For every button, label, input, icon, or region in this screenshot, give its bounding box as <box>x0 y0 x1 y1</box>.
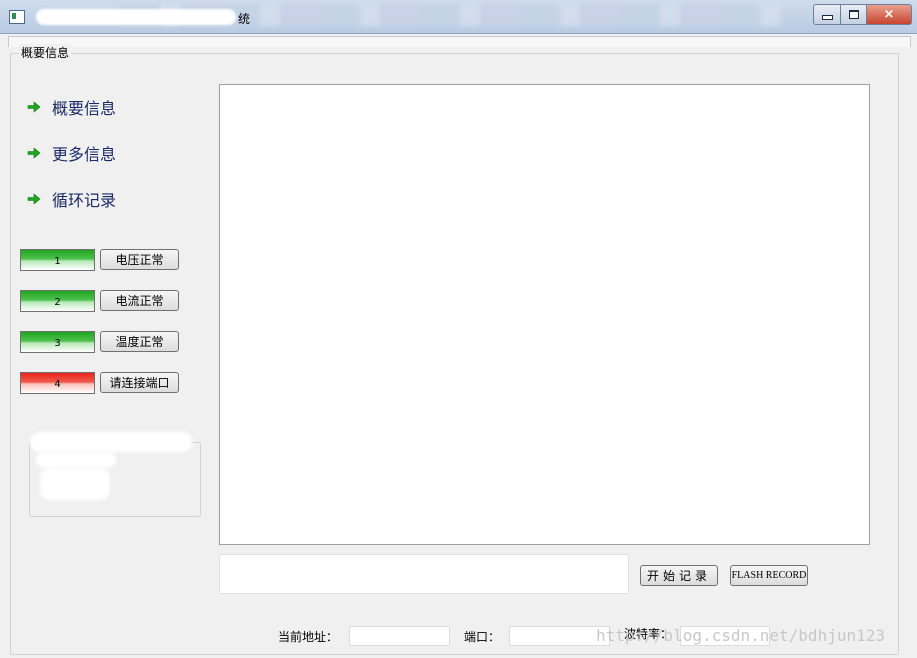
temperature-status-label: 温度正常 <box>115 335 164 349</box>
minimize-icon <box>821 15 833 20</box>
redaction-mark <box>36 452 116 468</box>
redaction-mark <box>30 432 192 452</box>
status-indicator-port: 4 <box>20 372 95 394</box>
redacted-title-mask <box>36 9 236 25</box>
maximize-button[interactable] <box>841 4 867 25</box>
start-record-button[interactable]: 开始记录 <box>640 565 718 586</box>
nav-item-label: 循环记录 <box>52 191 117 210</box>
close-icon: × <box>883 7 895 22</box>
status-indicator-temperature: 3 <box>20 331 95 353</box>
nav-item-more-info[interactable]: 更多信息 <box>26 141 116 165</box>
app-window-icon <box>9 10 25 24</box>
green-right-arrow-icon <box>27 147 41 159</box>
address-label: 当前地址： <box>278 630 339 644</box>
flash-record-label: FLASH RECORD <box>731 570 807 581</box>
flash-record-button[interactable]: FLASH RECORD <box>730 565 808 586</box>
minimize-button[interactable] <box>813 4 841 25</box>
voltage-status-button[interactable]: 电压正常 <box>100 249 179 270</box>
window-controls: × <box>813 4 912 25</box>
status-indicator-current: 2 <box>20 290 95 312</box>
connect-port-label: 请连接端口 <box>109 376 170 390</box>
record-input-box[interactable] <box>219 554 629 594</box>
overview-group-legend: 概要信息 <box>19 44 72 61</box>
connect-port-button[interactable]: 请连接端口 <box>100 372 179 393</box>
green-right-arrow-icon <box>27 193 41 205</box>
maximize-icon <box>848 10 859 19</box>
status-number: 3 <box>54 337 61 349</box>
status-number: 4 <box>54 378 61 390</box>
current-status-button[interactable]: 电流正常 <box>100 290 179 311</box>
temperature-status-button[interactable]: 温度正常 <box>100 331 179 352</box>
nav-item-label: 概要信息 <box>52 99 117 118</box>
output-display-area[interactable] <box>219 84 870 545</box>
status-number: 1 <box>54 255 61 267</box>
window-title: 统 <box>238 12 251 26</box>
status-indicator-voltage: 1 <box>20 249 95 271</box>
close-button[interactable]: × <box>867 4 912 25</box>
voltage-status-label: 电压正常 <box>115 253 164 267</box>
address-input[interactable] <box>349 626 450 646</box>
watermark-text: http://blog.csdn.net/bdhjun123 <box>596 626 885 645</box>
redaction-mark <box>40 468 110 500</box>
port-label: 端口： <box>464 630 501 644</box>
nav-item-cycle-record[interactable]: 循环记录 <box>26 187 116 211</box>
tab-strip <box>8 36 911 47</box>
title-bar: 统 × <box>0 0 917 34</box>
nav-item-overview[interactable]: 概要信息 <box>26 95 116 119</box>
current-status-label: 电流正常 <box>115 294 164 308</box>
green-right-arrow-icon <box>27 101 41 113</box>
nav-item-label: 更多信息 <box>52 145 117 164</box>
start-record-label: 开始记录 <box>646 569 711 583</box>
port-input[interactable] <box>509 626 610 646</box>
status-number: 2 <box>54 296 61 308</box>
